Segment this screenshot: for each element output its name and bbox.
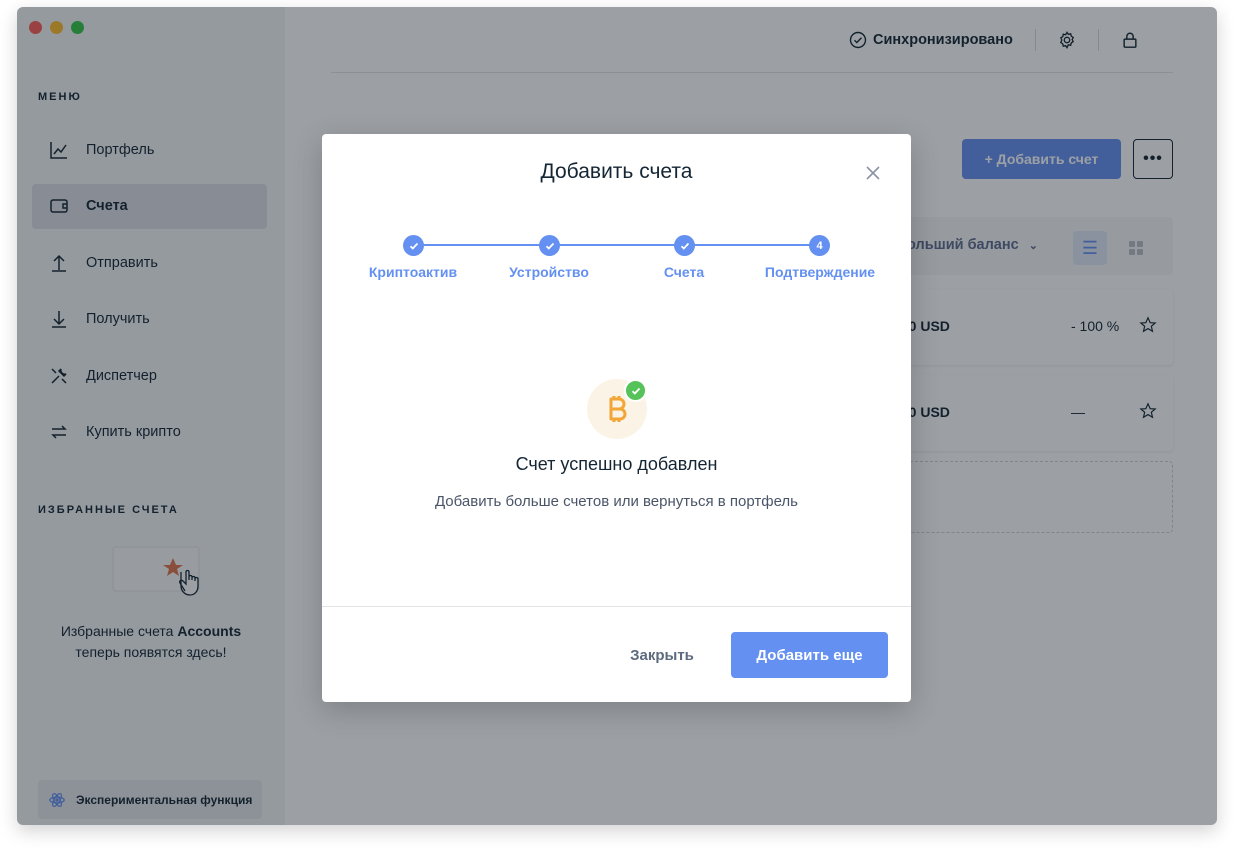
check-icon <box>409 242 418 250</box>
step-label-accounts: Счета <box>663 264 705 280</box>
step-dot-current: 4 <box>809 235 830 256</box>
step-dot-done <box>539 235 560 256</box>
check-icon <box>680 242 689 250</box>
divider <box>322 606 911 607</box>
stepper-track <box>414 244 820 246</box>
bitcoin-icon <box>609 396 627 422</box>
add-more-button[interactable]: Добавить еще <box>731 632 888 678</box>
close-icon <box>866 166 880 180</box>
check-icon <box>545 242 554 250</box>
add-accounts-modal: Добавить счета 4 Криптоактив Устройство … <box>322 134 911 702</box>
success-check-badge <box>624 379 647 402</box>
modal-close-button[interactable] <box>862 162 884 184</box>
step-label-crypto: Криптоактив <box>368 264 458 280</box>
success-title: Счет успешно добавлен <box>515 454 718 474</box>
step-label-confirmation: Подтверждение <box>764 264 876 280</box>
close-button[interactable]: Закрыть <box>612 632 712 678</box>
success-subtitle: Добавить больше счетов или вернуться в п… <box>434 493 798 510</box>
step-dot-done <box>403 235 424 256</box>
step-dot-done <box>674 235 695 256</box>
step-label-device: Устройство <box>509 264 589 280</box>
check-icon <box>631 387 640 395</box>
modal-title: Добавить счета <box>540 160 693 183</box>
